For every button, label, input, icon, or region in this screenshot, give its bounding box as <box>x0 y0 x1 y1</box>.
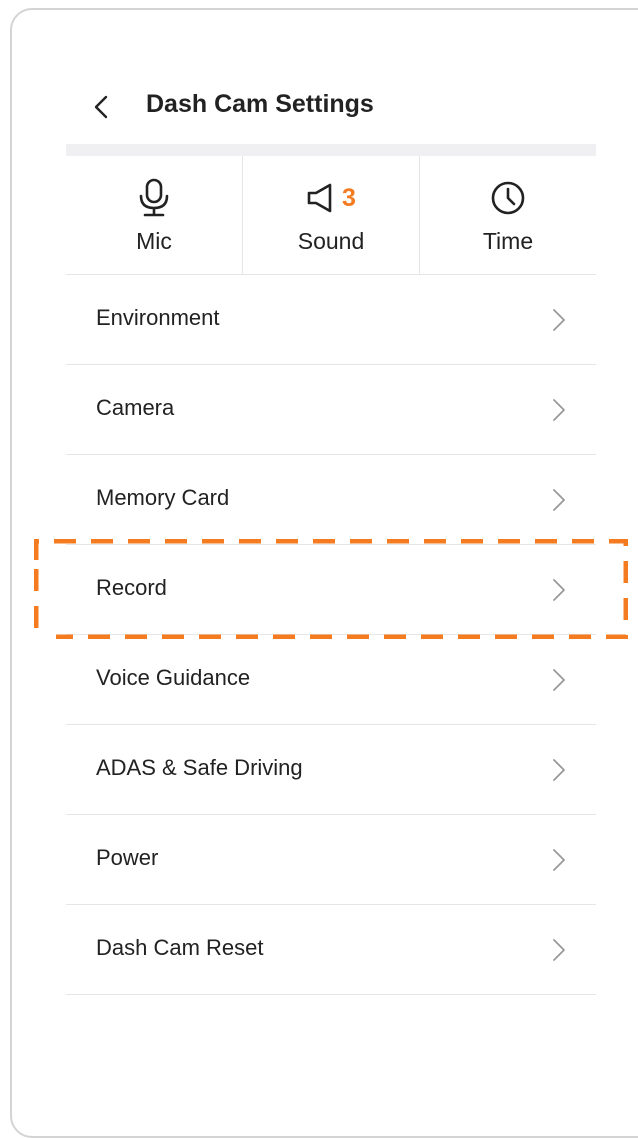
microphone-icon <box>137 178 171 218</box>
menu-item-label: Environment <box>96 305 220 330</box>
header: Dash Cam Settings <box>66 72 596 142</box>
menu-item-label: Power <box>96 845 159 870</box>
chevron-right-icon <box>552 488 566 512</box>
menu-item-camera[interactable]: Camera <box>66 365 596 455</box>
menu-item-label: Dash Cam Reset <box>96 935 264 960</box>
page-title: Dash Cam Settings <box>146 90 374 118</box>
sound-level-badge: 3 <box>342 183 356 212</box>
quick-setting-sound[interactable]: 3 Sound <box>242 156 419 274</box>
quick-setting-label: Time <box>482 228 534 254</box>
quick-setting-label: Mic <box>136 228 172 254</box>
chevron-right-icon <box>552 308 566 332</box>
menu-item-dash-cam-reset[interactable]: Dash Cam Reset <box>66 905 596 995</box>
chevron-right-icon <box>552 398 566 422</box>
menu-item-label: ADAS & Safe Driving <box>96 755 303 780</box>
chevron-left-icon <box>94 95 108 119</box>
settings-menu: Environment Camera Memory Card Record Vo… <box>66 275 596 995</box>
menu-item-label: Camera <box>96 395 175 420</box>
menu-item-power[interactable]: Power <box>66 815 596 905</box>
menu-item-record[interactable]: Record <box>66 545 596 635</box>
speaker-icon: 3 <box>306 178 356 218</box>
section-divider <box>66 144 596 156</box>
quick-setting-label: Sound <box>297 228 365 254</box>
quick-settings-row: Mic 3 Sound Time <box>66 156 596 275</box>
chevron-right-icon <box>552 578 566 602</box>
menu-item-label: Voice Guidance <box>96 665 251 690</box>
menu-item-label: Memory Card <box>96 485 230 510</box>
menu-item-label: Record <box>96 575 167 600</box>
menu-item-voice-guidance[interactable]: Voice Guidance <box>66 635 596 725</box>
chevron-right-icon <box>552 848 566 872</box>
menu-item-environment[interactable]: Environment <box>66 275 596 365</box>
quick-setting-time[interactable]: Time <box>419 156 596 274</box>
menu-item-memory-card[interactable]: Memory Card <box>66 455 596 545</box>
chevron-right-icon <box>552 668 566 692</box>
clock-icon <box>490 178 526 218</box>
back-button[interactable] <box>88 94 114 120</box>
chevron-right-icon <box>552 758 566 782</box>
chevron-right-icon <box>552 938 566 962</box>
menu-item-adas-safe-driving[interactable]: ADAS & Safe Driving <box>66 725 596 815</box>
quick-setting-mic[interactable]: Mic <box>66 156 242 274</box>
